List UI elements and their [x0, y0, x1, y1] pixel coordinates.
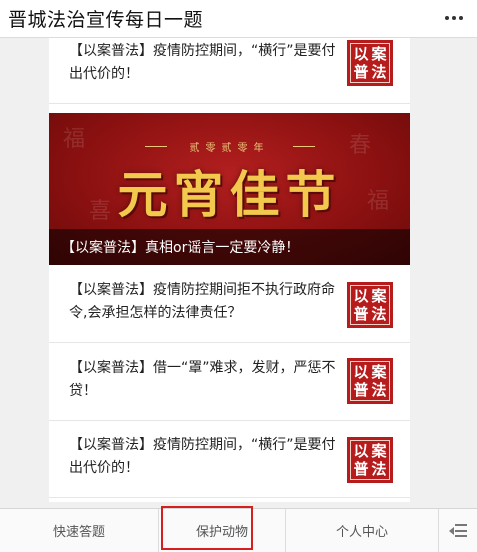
list-item[interactable]: 【以案普法】疫情防控期间，“横行”是要付出代价的！ 以案 普法: [49, 428, 410, 498]
article-title: 【以案普法】借一“罩”难求，发财，严惩不贷！: [69, 360, 336, 399]
tab-protect-animals[interactable]: 保护动物: [158, 509, 286, 552]
banner-festival-text: 元宵佳节: [117, 165, 342, 224]
featured-banner[interactable]: 福 春 喜 福 贰零贰零年 元宵佳节 【以案普法】真相or谣言一定要冷静！: [49, 113, 410, 265]
banner-caption: 【以案普法】真相or谣言一定要冷静！: [61, 240, 300, 256]
article-title: 【以案普法】疫情防控期间拒不执行政府命令,会承担怎样的法律责任？: [69, 282, 335, 321]
tab-quick-answer[interactable]: 快速答题: [0, 509, 158, 552]
article-thumbnail: 以案 普法: [347, 358, 393, 404]
article-thumbnail: 以案 普法: [347, 437, 393, 483]
article-thumbnail: 以案 普法: [347, 40, 393, 86]
article-title: 【以案普法】疫情防控期间，“横行”是要付出代价的！: [69, 43, 336, 82]
page-title: 晋城法治宣传每日一题: [8, 9, 204, 31]
article-list: 【以案普法】疫情防控期间，“横行”是要付出代价的！ 以案 普法 福 春 喜 福 贰…: [49, 38, 410, 502]
list-item[interactable]: 【以案普法】疫情防控期间，“横行”是要付出代价的！ 以案 普法: [49, 38, 410, 104]
list-item[interactable]: 【以案普法】借一“罩”难求，发财，严惩不贷！ 以案 普法: [49, 351, 410, 421]
top-bar: 晋城法治宣传每日一题: [0, 0, 477, 38]
more-dots-icon[interactable]: [441, 8, 467, 28]
tab-personal-center[interactable]: 个人中心: [286, 509, 438, 552]
decor-line: [293, 146, 315, 147]
keyboard-toggle-icon[interactable]: [438, 509, 477, 552]
banner-subtitle: 贰零贰零年: [189, 143, 270, 154]
bottom-menu-bar: 快速答题 保护动物 个人中心: [0, 508, 477, 552]
article-title: 【以案普法】疫情防控期间，“横行”是要付出代价的！: [69, 437, 336, 476]
article-thumbnail: 以案 普法: [347, 282, 393, 328]
list-item[interactable]: 【以案普法】疫情防控期间拒不执行政府命令,会承担怎样的法律责任？ 以案 普法: [49, 273, 410, 343]
